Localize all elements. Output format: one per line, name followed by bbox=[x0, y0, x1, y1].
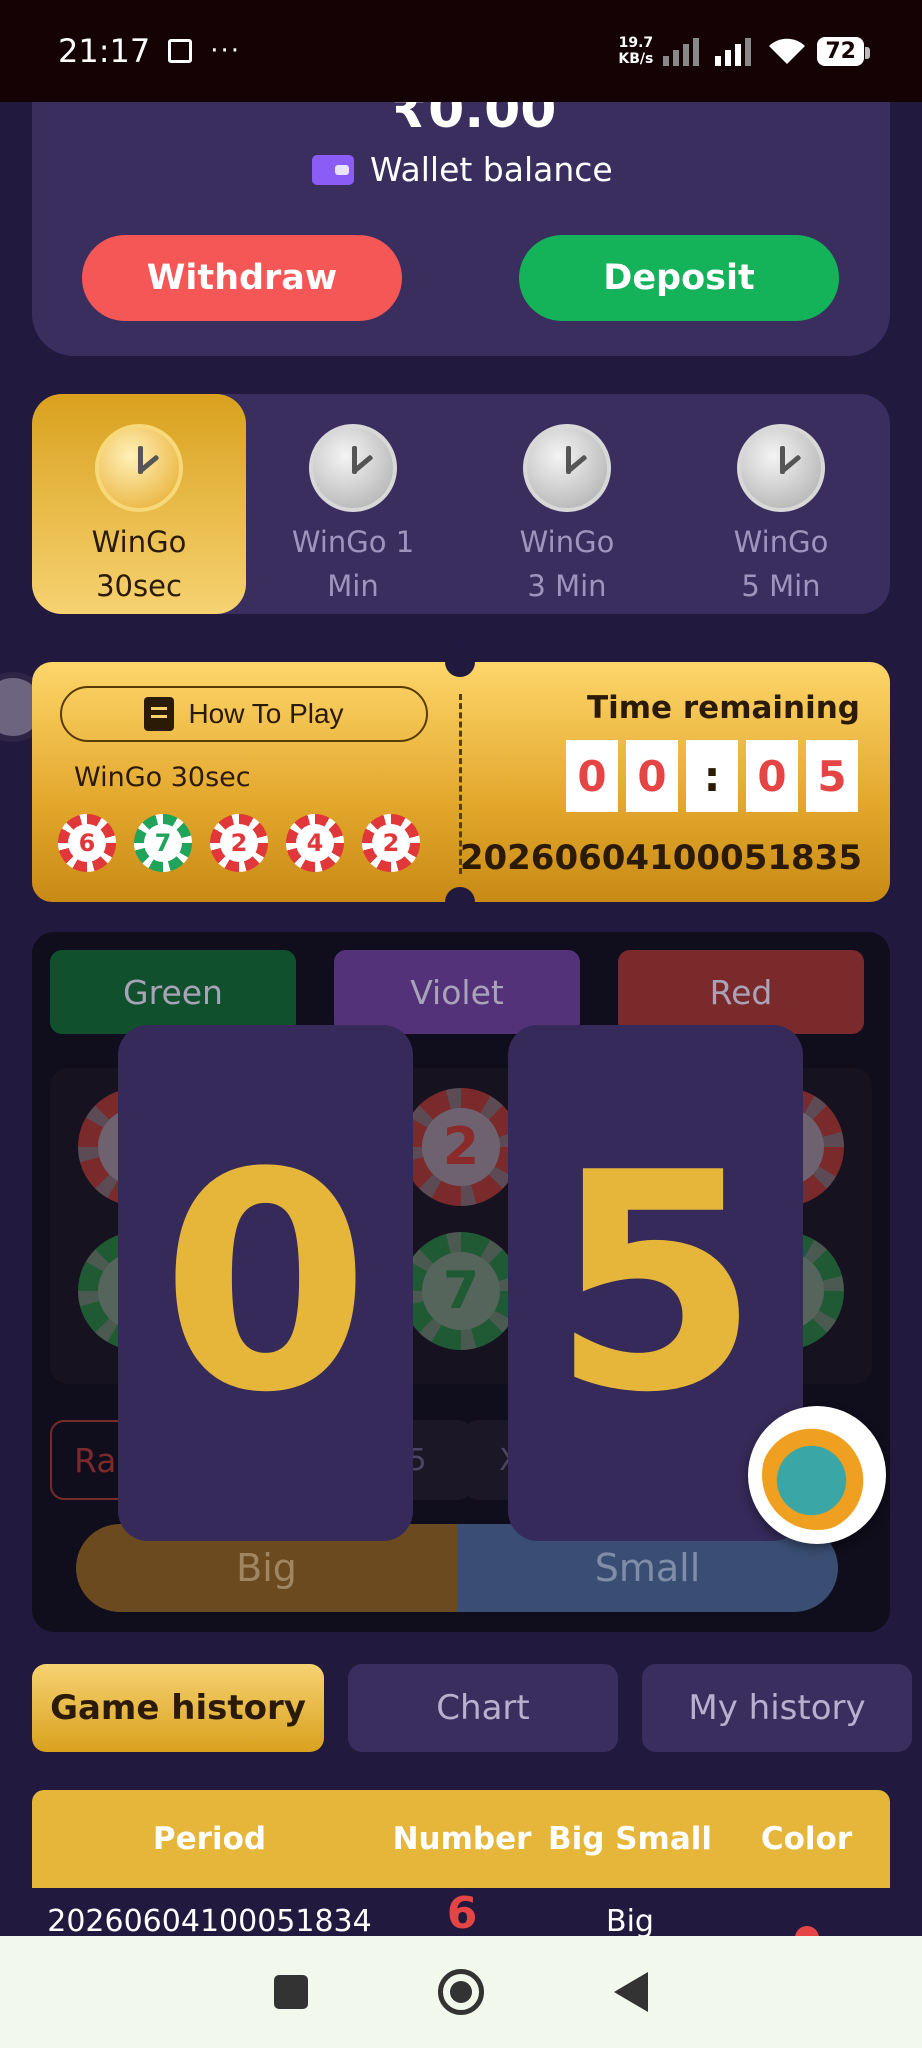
result-ball: 2 bbox=[362, 814, 420, 872]
tab-label-line1: WinGo bbox=[733, 525, 829, 559]
timer-digit: 0 bbox=[626, 740, 678, 812]
clock-icon bbox=[737, 424, 825, 512]
number-chip-label: 2 bbox=[422, 1108, 500, 1186]
history-table-header: Period Number Big Small Color bbox=[32, 1790, 890, 1888]
game-mode-tabs: WinGo 30sec WinGo 1 Min WinGo 3 Min WinG… bbox=[32, 394, 890, 614]
tab-label-line1: WinGo bbox=[91, 525, 187, 559]
ticket-notch bbox=[445, 647, 475, 677]
clock-icon bbox=[523, 424, 611, 512]
result-ball: 7 bbox=[134, 814, 192, 872]
bet-red-button[interactable]: Red bbox=[618, 950, 864, 1034]
wallet-amount: ₹0.00 bbox=[392, 100, 557, 140]
deposit-button[interactable]: Deposit bbox=[519, 235, 839, 321]
wallet-icon bbox=[312, 154, 354, 185]
table-row: 20260604100051834 6 Big bbox=[32, 1888, 890, 1938]
result-ball: 6 bbox=[58, 814, 116, 872]
round-ticket: How To Play WinGo 30sec 6 7 2 4 2 Time r… bbox=[32, 647, 890, 917]
wallet-card: ₹0.00 Wallet balance Withdraw Deposit bbox=[32, 60, 890, 356]
tab-wingo-3min[interactable]: WinGo 3 Min bbox=[460, 394, 674, 614]
withdraw-button[interactable]: Withdraw bbox=[82, 235, 402, 321]
tab-wingo-1min[interactable]: WinGo 1 Min bbox=[246, 394, 460, 614]
countdown-timer: 0 0 : 0 5 bbox=[566, 740, 858, 812]
tab-label-line2: 30sec bbox=[96, 569, 182, 603]
ticket-game-name: WinGo 30sec bbox=[74, 762, 251, 793]
home-icon[interactable] bbox=[438, 1969, 484, 2015]
recent-apps-icon[interactable] bbox=[274, 1975, 308, 2009]
tab-label-line2: Min bbox=[327, 569, 379, 603]
row-period: 20260604100051834 bbox=[47, 1904, 372, 1938]
tab-wingo-30sec[interactable]: WinGo 30sec bbox=[32, 394, 246, 614]
battery-indicator: 72 bbox=[817, 36, 870, 66]
row-color bbox=[723, 1888, 890, 1938]
tab-chart[interactable]: Chart bbox=[348, 1664, 618, 1752]
column-header-color: Color bbox=[760, 1821, 853, 1857]
result-ball-number: 2 bbox=[372, 824, 410, 862]
wifi-icon bbox=[769, 38, 806, 64]
wallet-label: Wallet balance bbox=[370, 150, 613, 189]
system-navigation-bar bbox=[0, 1936, 922, 2048]
number-chip[interactable]: 2 bbox=[402, 1088, 520, 1206]
tab-game-history[interactable]: Game history bbox=[32, 1664, 324, 1752]
status-time: 21:17 bbox=[58, 32, 151, 70]
timer-digit: 0 bbox=[746, 740, 798, 812]
tab-my-history[interactable]: My history bbox=[642, 1664, 912, 1752]
result-ball-number: 6 bbox=[68, 824, 106, 862]
result-ball: 4 bbox=[286, 814, 344, 872]
back-icon[interactable] bbox=[614, 1972, 648, 2012]
result-ball: 2 bbox=[210, 814, 268, 872]
more-notifications-icon: ··· bbox=[210, 36, 242, 66]
tab-label-line1: WinGo 1 bbox=[291, 525, 415, 559]
countdown-overlay-digit: 0 bbox=[118, 1025, 413, 1541]
result-ball-number: 4 bbox=[296, 824, 334, 862]
time-remaining-label: Time remaining bbox=[586, 690, 860, 726]
screenshot-icon bbox=[168, 39, 193, 63]
clock-icon bbox=[95, 424, 183, 512]
bet-green-button[interactable]: Green bbox=[50, 950, 296, 1034]
timer-colon: : bbox=[686, 740, 738, 812]
dragon-support-button[interactable] bbox=[748, 1406, 886, 1544]
network-speed: 19.7 KB/s bbox=[618, 35, 653, 67]
bet-violet-button[interactable]: Violet bbox=[334, 950, 580, 1034]
how-to-play-button[interactable]: How To Play bbox=[60, 686, 428, 742]
rules-book-icon bbox=[144, 697, 175, 731]
column-header-number: Number bbox=[392, 1821, 532, 1857]
column-header-big-small: Big Small bbox=[547, 1821, 713, 1857]
clock-icon bbox=[309, 424, 397, 512]
network-speed-value: 19.7 bbox=[618, 35, 654, 51]
ticket-notch bbox=[445, 887, 475, 917]
how-to-play-label: How To Play bbox=[188, 698, 344, 729]
network-speed-unit: KB/s bbox=[618, 51, 654, 67]
timer-digit: 0 bbox=[566, 740, 618, 812]
number-chip[interactable]: 7 bbox=[402, 1232, 520, 1350]
period-number: 20260604100051835 bbox=[459, 838, 862, 878]
tab-label-line1: WinGo bbox=[519, 525, 615, 559]
tab-wingo-5min[interactable]: WinGo 5 Min bbox=[674, 394, 888, 614]
recent-results: 6 7 2 4 2 bbox=[58, 814, 420, 872]
column-header-period: Period bbox=[152, 1821, 267, 1857]
timer-digit: 5 bbox=[806, 740, 858, 812]
status-bar: 21:17 ··· 19.7 KB/s 72 bbox=[0, 0, 922, 102]
dragon-icon bbox=[762, 1420, 872, 1530]
wallet-label-row: Wallet balance bbox=[312, 150, 613, 189]
signal-icon bbox=[663, 38, 700, 66]
row-number: 6 bbox=[446, 1888, 478, 1938]
result-ball-number: 7 bbox=[144, 824, 182, 862]
signal-icon-2 bbox=[715, 38, 752, 66]
tab-label-line2: 5 Min bbox=[741, 569, 821, 603]
tab-label-line2: 3 Min bbox=[527, 569, 607, 603]
number-chip-label: 7 bbox=[422, 1252, 500, 1330]
row-big-small: Big bbox=[606, 1904, 654, 1938]
result-ball-number: 2 bbox=[220, 824, 258, 862]
